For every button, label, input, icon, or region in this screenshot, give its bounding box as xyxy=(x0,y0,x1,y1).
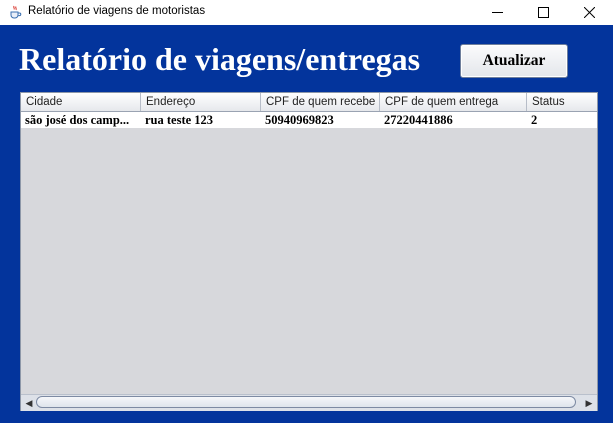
column-header-cpf-entrega[interactable]: CPF de quem entrega xyxy=(380,93,527,111)
column-header-cidade[interactable]: Cidade xyxy=(21,93,141,111)
cell-cpf-entrega[interactable]: 27220441886 xyxy=(380,112,527,128)
table-row[interactable]: são josé dos camp... rua teste 123 50940… xyxy=(21,112,597,128)
close-icon xyxy=(584,7,595,18)
table-scroll-pane[interactable]: Cidade Endereço CPF de quem recebe CPF d… xyxy=(20,92,598,411)
arrow-right-icon[interactable]: ▶ xyxy=(583,397,595,409)
cell-endereco[interactable]: rua teste 123 xyxy=(141,112,261,128)
page-title: Relatório de viagens/entregas xyxy=(19,41,421,77)
scrollbar-thumb[interactable] xyxy=(36,396,576,408)
main-panel: Relatório de viagens/entregas Atualizar … xyxy=(0,25,613,423)
arrow-left-icon[interactable]: ◀ xyxy=(23,397,35,409)
close-button[interactable] xyxy=(567,0,613,25)
table-header: Cidade Endereço CPF de quem recebe CPF d… xyxy=(21,93,597,112)
minimize-button[interactable] xyxy=(475,0,521,25)
title-bar[interactable]: Relatório de viagens de motoristas xyxy=(0,0,613,25)
horizontal-scrollbar[interactable]: ◀ ▶ xyxy=(21,394,597,411)
cell-cidade[interactable]: são josé dos camp... xyxy=(21,112,141,128)
maximize-icon xyxy=(538,7,549,18)
maximize-button[interactable] xyxy=(521,0,567,25)
column-header-endereco[interactable]: Endereço xyxy=(141,93,261,111)
column-header-cpf-recebe[interactable]: CPF de quem recebe xyxy=(261,93,380,111)
minimize-icon xyxy=(492,12,503,13)
column-header-status[interactable]: Status xyxy=(527,93,597,111)
java-cup-icon xyxy=(8,5,22,19)
cell-status[interactable]: 2 xyxy=(527,112,597,128)
refresh-button[interactable]: Atualizar xyxy=(460,44,568,78)
window-title: Relatório de viagens de motoristas xyxy=(28,5,206,17)
cell-cpf-recebe[interactable]: 50940969823 xyxy=(261,112,380,128)
